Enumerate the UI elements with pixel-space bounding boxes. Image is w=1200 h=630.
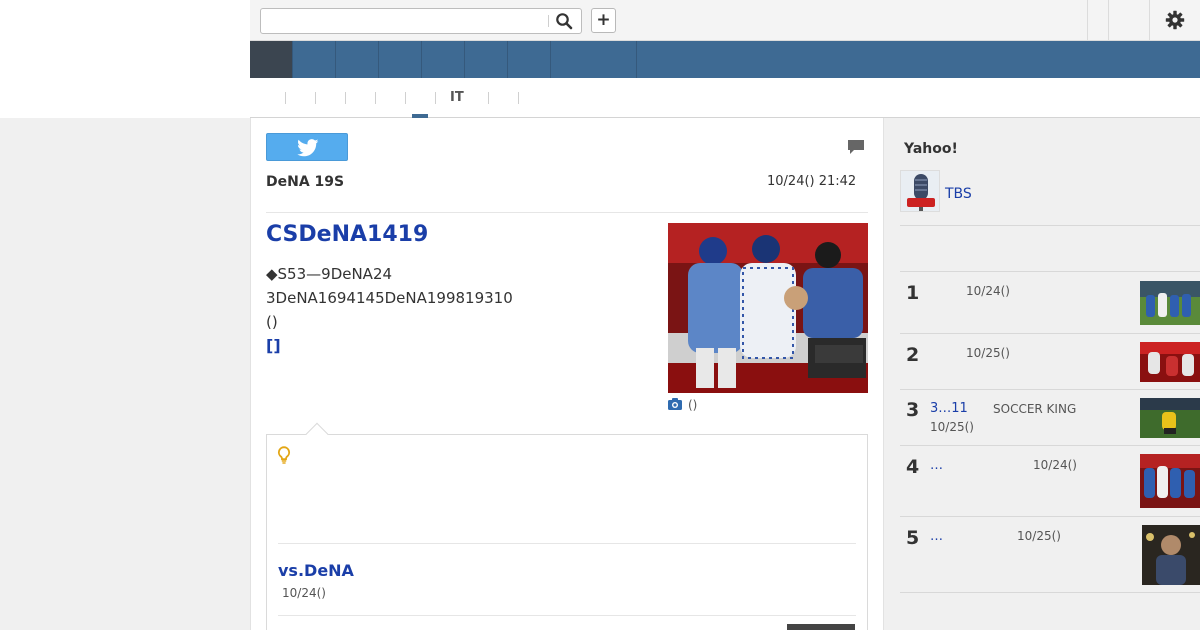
comment-icon [848,140,864,154]
ranking-thumbnail [1142,525,1200,585]
ranking-item[interactable]: 5 … 10/25() [900,517,1200,592]
divider [278,543,856,544]
search-icon [556,13,573,30]
ranking-title: … [930,458,943,473]
rank-number: 5 [906,527,920,549]
subnav-divider [405,92,406,104]
toolbar-divider [1108,0,1109,41]
article-headline[interactable]: CSDeNA1419 [266,222,428,247]
ranking-item[interactable]: 1 10/24() [900,272,1200,333]
nav-tab[interactable] [465,41,508,78]
ranking-item[interactable]: 4 … 10/24() [900,446,1200,516]
search-button[interactable] [555,12,575,30]
subnav-divider [345,92,346,104]
article-date: 10/24() 21:42 [767,174,857,189]
article-summary: ◆S53—9DeNA24 3DeNA1694145DeNA199819310 (… [266,262,646,358]
ranking-date: 10/24() [966,284,1010,298]
related-article-link[interactable]: vs.DeNA [278,561,354,580]
ranking-item[interactable]: 2 10/25() [900,334,1200,389]
right-sidebar: Yahoo! TBS 1 10/24() 2 10/25() 3 3…11 SO… [884,118,1200,630]
related-article-date: 10/24() [282,586,326,600]
subnav-divider [518,92,519,104]
article-photo[interactable] [668,223,868,393]
add-button[interactable]: + [591,8,616,33]
article-panel: DeNA 19S 10/24() 21:42 CSDeNA1419 ◆S53—9… [250,118,884,630]
photo-caption-text: () [688,398,698,412]
toolbar-divider [1149,0,1150,41]
left-background [0,118,250,630]
ranking-title: 3…11 [930,401,968,416]
nav-tab[interactable] [293,41,336,78]
ranking-thumbnail [1140,342,1200,382]
ranking-thumbnail [1140,281,1200,325]
search-input[interactable] [261,9,547,33]
article-source: DeNA 19S [266,174,345,190]
ranking-title: … [930,529,943,544]
settings-button[interactable] [1165,10,1185,30]
main-nav [250,41,1200,78]
subnav-divider [488,92,489,104]
toolbar-divider [1087,0,1088,41]
ranking-date: 10/24() [1033,458,1077,472]
lightbulb-icon [277,446,291,468]
nav-tab-home[interactable] [250,41,293,78]
channel-avatar[interactable] [900,170,940,212]
box-arrow [305,422,329,446]
ranking-date: 10/25() [966,346,1010,360]
summary-line: 3DeNA1694145DeNA199819310 [266,289,513,307]
divider [900,592,1200,593]
search-box [260,8,582,34]
sub-nav: IT [250,78,1200,118]
nav-tab[interactable] [336,41,379,78]
nav-tab[interactable] [422,41,465,78]
rank-number: 2 [906,344,920,366]
tweet-button[interactable] [266,133,348,161]
channel-link[interactable]: TBS [945,186,972,202]
ranking-thumbnail [1140,398,1200,438]
ranking-source: SOCCER KING [993,402,1077,416]
subnav-divider [435,92,436,104]
subnav-divider [375,92,376,104]
divider [278,615,856,616]
photo-image [668,223,868,393]
photo-caption[interactable]: () [668,398,697,413]
summary-line: () [266,313,278,331]
microphone-icon [901,171,939,211]
comment-button[interactable] [847,139,865,159]
rank-number: 1 [906,282,920,304]
related-article-thumbnail[interactable] [787,624,855,630]
twitter-icon [297,139,319,157]
nav-tab[interactable] [379,41,422,78]
search-divider [548,15,549,27]
rank-number: 3 [906,399,920,421]
summary-line: ◆S53—9DeNA24 [266,265,393,283]
divider [266,212,868,213]
subnav-item-it[interactable]: IT [450,90,464,105]
divider [900,225,1200,226]
top-toolbar: + [250,0,1200,41]
rank-number: 4 [906,456,920,478]
subnav-divider [285,92,286,104]
ranking-date: 10/25() [1017,529,1061,543]
subnav-divider [315,92,316,104]
nav-tab[interactable] [551,41,637,78]
ranking-date: 10/25() [930,420,974,434]
ranking-item[interactable]: 3 3…11 SOCCER KING 10/25() [900,390,1200,445]
sidebar-heading: Yahoo! [904,141,958,157]
nav-tab[interactable] [508,41,551,78]
related-box: vs.DeNA 10/24() [266,422,868,630]
camera-icon [668,398,682,413]
gear-icon [1165,10,1185,30]
read-more-link[interactable]: [] [266,334,646,358]
ranking-thumbnail [1140,454,1200,508]
